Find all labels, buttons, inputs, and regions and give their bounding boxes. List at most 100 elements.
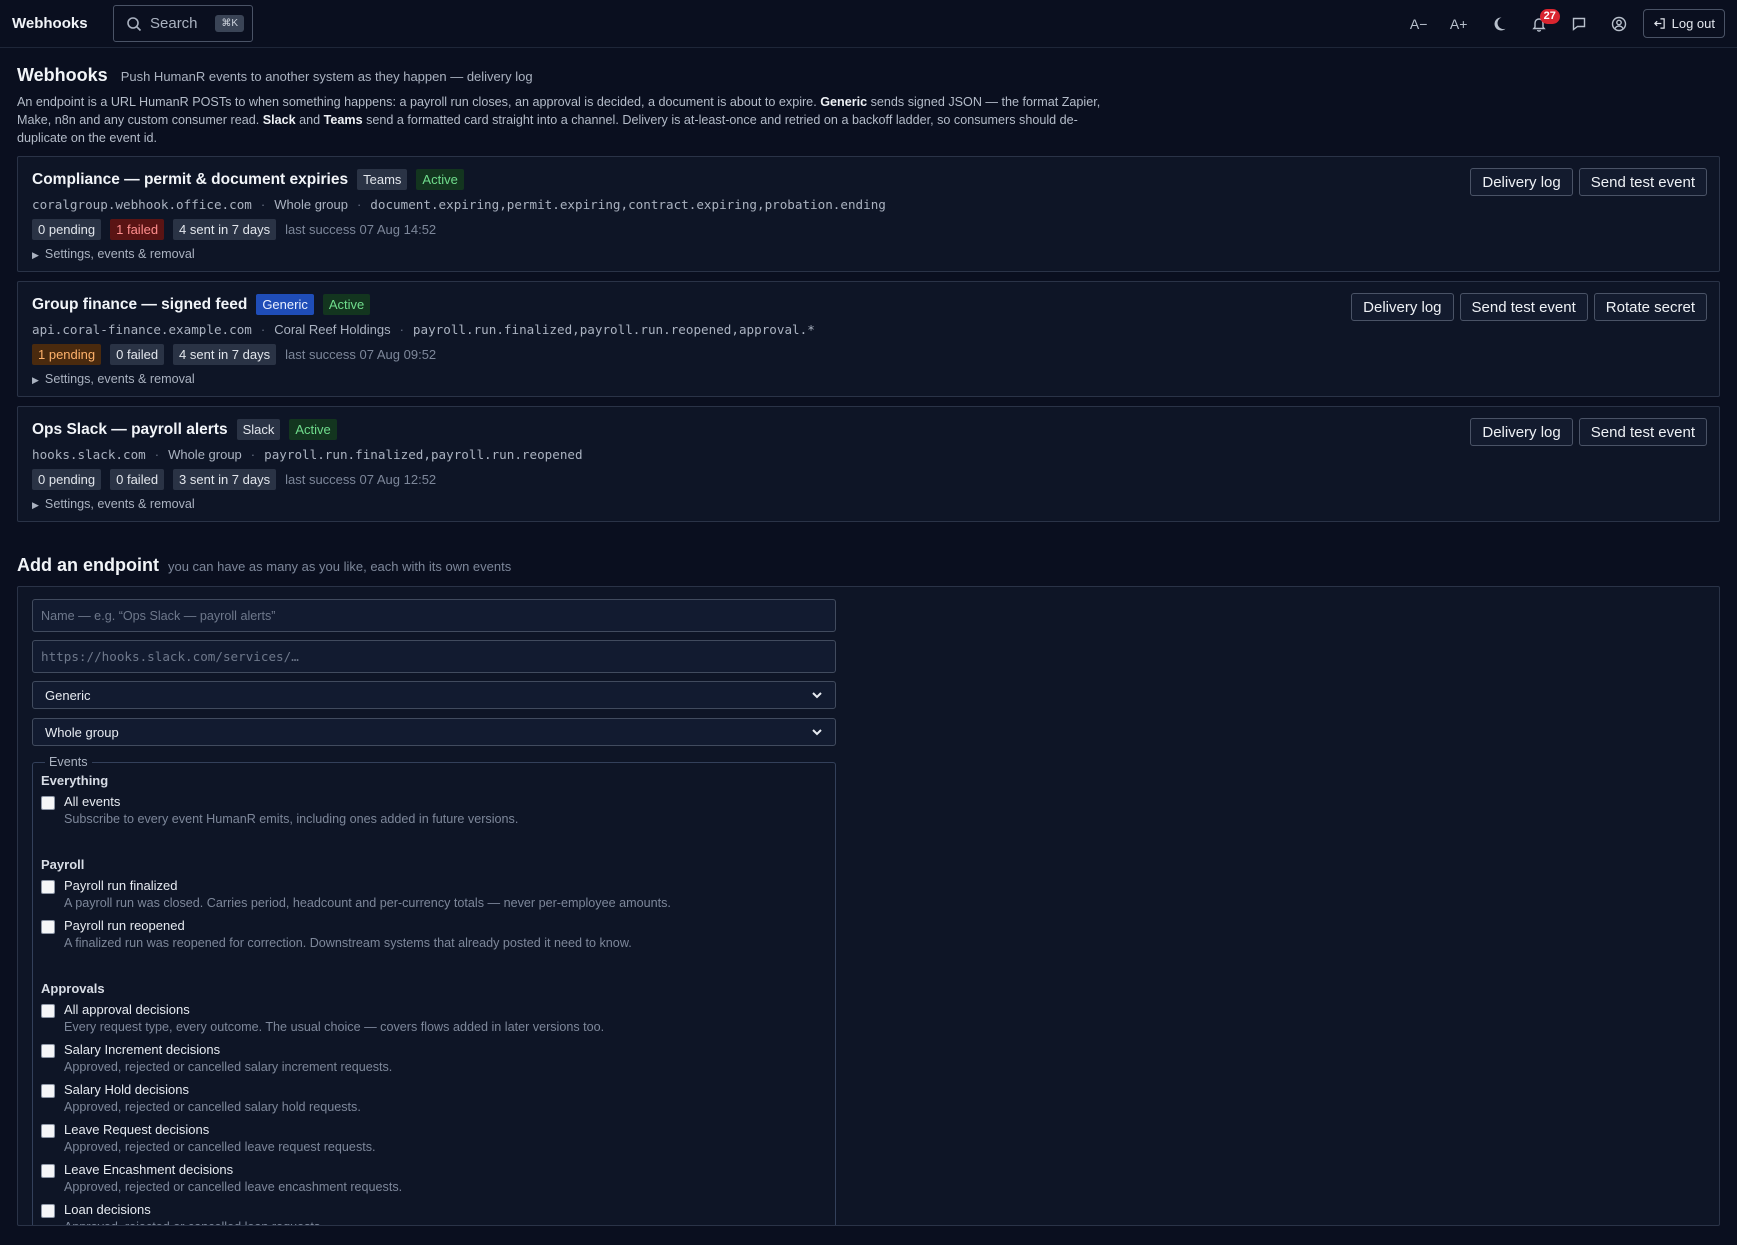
last-success: last success 07 Aug 14:52 <box>285 222 437 237</box>
messages-button[interactable] <box>1559 4 1599 44</box>
event-checkbox[interactable] <box>41 1164 55 1178</box>
event-option[interactable]: All approval decisions Every request typ… <box>41 1002 827 1036</box>
event-option-label: Salary Hold decisions <box>64 1082 190 1097</box>
endpoint-status-badge: Active <box>416 169 464 190</box>
event-checkbox[interactable] <box>41 1204 55 1218</box>
send-test-event-button[interactable]: Send test event <box>1459 293 1588 321</box>
rotate-secret-button[interactable]: Rotate secret <box>1593 293 1707 321</box>
chevron-down-icon <box>812 692 822 699</box>
event-option-desc: Approved, rejected or cancelled leave en… <box>64 1180 403 1194</box>
event-option[interactable]: Loan decisions Approved, rejected or can… <box>41 1202 827 1225</box>
pending-count: 1 pending <box>32 344 102 365</box>
logout-label: Log out <box>1671 16 1715 31</box>
event-option[interactable]: Salary Increment decisions Approved, rej… <box>41 1042 827 1076</box>
font-decrease-button[interactable]: A− <box>1399 4 1439 44</box>
endpoint-title: Group finance — signed feed <box>32 295 248 313</box>
chat-icon <box>1572 17 1585 31</box>
page-title: Webhooks <box>17 65 108 85</box>
account-button[interactable] <box>1599 4 1639 44</box>
app-brand[interactable]: Webhooks <box>12 15 113 32</box>
event-option[interactable]: Payroll run finalized A payroll run was … <box>41 878 827 912</box>
event-option-label: Loan decisions <box>64 1202 151 1217</box>
event-checkbox[interactable] <box>41 1004 55 1018</box>
font-increase-button[interactable]: A+ <box>1439 4 1479 44</box>
settings-disclosure[interactable]: Settings, events & removal <box>32 247 1705 261</box>
delivery-log-button[interactable]: Delivery log <box>1470 418 1573 446</box>
endpoint-events: document.expiring,permit.expiring,contra… <box>370 197 886 212</box>
endpoint-status-badge: Active <box>322 294 371 315</box>
sent-count: 4 sent in 7 days <box>173 344 277 365</box>
settings-disclosure[interactable]: Settings, events & removal <box>32 372 1705 386</box>
event-checkbox[interactable] <box>41 1084 55 1098</box>
event-option[interactable]: Leave Request decisions Approved, reject… <box>41 1122 827 1156</box>
notifications-button[interactable]: 27 <box>1519 4 1560 44</box>
endpoint-type-badge: Teams <box>357 169 408 190</box>
pending-count: 0 pending <box>32 219 102 240</box>
pending-count: 0 pending <box>32 469 102 490</box>
event-option-label: All approval decisions <box>64 1002 190 1017</box>
event-option-desc: Approved, rejected or cancelled salary i… <box>64 1060 393 1074</box>
event-checkbox[interactable] <box>41 880 55 894</box>
delivery-log-button[interactable]: Delivery log <box>1470 168 1573 196</box>
notification-count-badge: 27 <box>1539 8 1560 24</box>
endpoint-type-value: Generic <box>45 687 91 703</box>
dark-mode-button[interactable] <box>1479 4 1519 44</box>
endpoint-scope-select[interactable]: Whole group <box>32 718 836 746</box>
endpoint-type-badge: Generic <box>256 294 314 315</box>
logout-icon <box>1653 18 1665 29</box>
main-content: Webhooks Push HumanR events to another s… <box>0 65 1737 1226</box>
events-legend: Events <box>49 755 88 769</box>
logout-button[interactable]: Log out <box>1642 9 1725 38</box>
failed-count: 0 failed <box>110 469 165 490</box>
event-checkbox[interactable] <box>41 1124 55 1138</box>
endpoint-card: Compliance — permit & document expiries … <box>17 156 1720 272</box>
event-option-desc: Approved, rejected or cancelled loan req… <box>64 1218 324 1225</box>
event-option-desc: Approved, rejected or cancelled leave re… <box>64 1140 376 1154</box>
failed-count: 0 failed <box>110 344 165 365</box>
endpoint-status-badge: Active <box>289 419 337 440</box>
event-option-desc: Every request type, every outcome. The u… <box>64 1020 605 1034</box>
last-success: last success 07 Aug 09:52 <box>285 347 437 362</box>
send-test-event-button[interactable]: Send test event <box>1578 168 1707 196</box>
endpoint-host: coralgroup.webhook.office.com <box>32 197 252 212</box>
endpoint-card: Ops Slack — payroll alerts Slack Active … <box>17 406 1720 522</box>
search-shortcut: ⌘K <box>215 15 244 32</box>
endpoint-title: Compliance — permit & document expiries <box>32 170 349 188</box>
event-checkbox[interactable] <box>41 920 55 934</box>
endpoint-scope: Coral Reef Holdings <box>274 322 391 337</box>
moon-icon <box>1494 16 1506 30</box>
sent-count: 4 sent in 7 days <box>173 219 277 240</box>
user-circle-icon <box>1611 16 1626 31</box>
event-option[interactable]: Salary Hold decisions Approved, rejected… <box>41 1082 827 1116</box>
endpoint-scope: Whole group <box>168 447 242 462</box>
event-option-label: Leave Encashment decisions <box>64 1162 234 1177</box>
event-option[interactable]: All events Subscribe to every event Huma… <box>41 794 827 828</box>
search-icon <box>127 16 142 31</box>
search-button[interactable]: Search ⌘K <box>113 5 253 42</box>
endpoint-scope-value: Whole group <box>45 724 119 740</box>
endpoint-events: payroll.run.finalized,payroll.run.reopen… <box>264 447 583 462</box>
endpoint-url-input[interactable]: https://hooks.slack.com/services/… <box>32 640 836 673</box>
search-label: Search <box>150 15 198 32</box>
endpoint-type-select[interactable]: Generic <box>32 681 836 709</box>
endpoint-name-input[interactable]: Name — e.g. “Ops Slack — payroll alerts” <box>32 599 836 632</box>
event-option-label: Salary Increment decisions <box>64 1042 221 1057</box>
settings-disclosure[interactable]: Settings, events & removal <box>32 497 1705 511</box>
event-option[interactable]: Leave Encashment decisions Approved, rej… <box>41 1162 827 1196</box>
endpoint-scope: Whole group <box>274 197 348 212</box>
event-option-desc: A finalized run was reopened for correct… <box>64 936 632 950</box>
intro-text: An endpoint is a URL HumanR POSTs to whe… <box>17 95 1101 145</box>
event-option-label: Leave Request decisions <box>64 1122 210 1137</box>
event-option-label: Payroll run reopened <box>64 918 185 933</box>
event-option-label: Payroll run finalized <box>64 878 178 893</box>
add-endpoint-form: Name — e.g. “Ops Slack — payroll alerts”… <box>17 586 1720 1226</box>
delivery-log-button[interactable]: Delivery log <box>1351 293 1454 321</box>
event-option[interactable]: Payroll run reopened A finalized run was… <box>41 918 827 952</box>
events-fieldset: Events Everything All events Subscribe t… <box>32 755 836 1225</box>
event-checkbox[interactable] <box>41 1044 55 1058</box>
event-option-desc: A payroll run was closed. Carries period… <box>64 896 671 910</box>
event-checkbox[interactable] <box>41 796 55 810</box>
send-test-event-button[interactable]: Send test event <box>1578 418 1707 446</box>
last-success: last success 07 Aug 12:52 <box>285 472 437 487</box>
event-option-label: All events <box>64 794 121 809</box>
